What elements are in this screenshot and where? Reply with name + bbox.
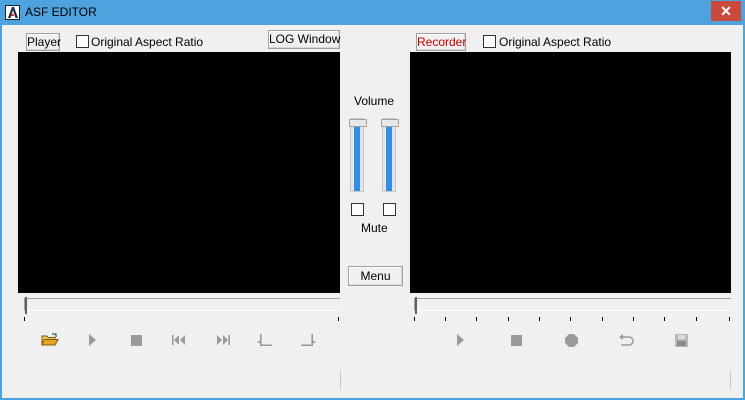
client-area: Player Original Aspect Ratio LOG Window … <box>2 25 743 398</box>
mute-label: Mute <box>361 221 388 235</box>
player-aspect-checkbox[interactable] <box>76 35 89 48</box>
volume-label: Volume <box>354 94 395 108</box>
mute-checkbox-left[interactable] <box>351 203 364 216</box>
tick-mark <box>508 317 509 321</box>
recorder-seek-ticks <box>414 317 731 323</box>
log-window-button[interactable]: LOG Window <box>268 30 340 49</box>
asf-editor-window: ASF EDITOR ✕ Player Original Aspect Rati… <box>0 0 745 400</box>
menu-button[interactable]: Menu <box>348 266 403 286</box>
tick-mark <box>24 317 25 321</box>
volume-thumb-left[interactable] <box>349 119 367 127</box>
tick-mark <box>664 317 665 321</box>
skip-back-icon[interactable] <box>169 330 189 350</box>
recorder-seek-thumb[interactable] <box>415 297 419 314</box>
mark-in-icon[interactable] <box>255 330 275 350</box>
tick-mark <box>476 317 477 321</box>
recorder-video-pane[interactable] <box>410 52 731 293</box>
mute-checkbox-right[interactable] <box>383 203 396 216</box>
volume-fill-right <box>386 127 392 191</box>
player-video-pane[interactable] <box>18 52 340 293</box>
volume-thumb-right[interactable] <box>381 119 399 127</box>
recorder-button[interactable]: Recorder <box>416 33 466 51</box>
title-bar[interactable]: ASF EDITOR ✕ <box>0 0 745 25</box>
mark-out-icon[interactable] <box>298 330 318 350</box>
undo-icon[interactable] <box>616 330 636 350</box>
recorder-aspect-checkbox[interactable] <box>483 35 496 48</box>
player-seek-bar[interactable] <box>24 297 340 314</box>
tick-mark <box>602 317 603 321</box>
status-separator <box>340 371 341 389</box>
status-separator <box>730 371 731 389</box>
close-button[interactable]: ✕ <box>711 1 741 21</box>
tick-mark <box>696 317 697 321</box>
player-button[interactable]: Player <box>26 33 61 51</box>
record-icon[interactable] <box>561 330 581 350</box>
play-icon[interactable] <box>82 330 102 350</box>
player-seek-thumb[interactable] <box>25 297 29 314</box>
volume-slider-left[interactable] <box>349 118 367 192</box>
player-seek-ticks <box>24 317 340 323</box>
tick-mark <box>414 317 415 321</box>
tick-mark <box>729 317 730 321</box>
recorder-seek-bar[interactable] <box>414 297 731 314</box>
tick-mark <box>539 317 540 321</box>
recorder-aspect-label: Original Aspect Ratio <box>499 35 612 49</box>
tick-mark <box>633 317 634 321</box>
tick-mark <box>338 317 339 321</box>
save-icon[interactable] <box>671 330 691 350</box>
volume-fill-left <box>354 127 360 191</box>
recorder-stop-icon[interactable] <box>506 330 526 350</box>
tick-mark <box>445 317 446 321</box>
skip-forward-icon[interactable] <box>213 330 233 350</box>
tick-mark <box>570 317 571 321</box>
open-folder-icon[interactable] <box>40 330 60 350</box>
volume-slider-right[interactable] <box>381 118 399 192</box>
player-aspect-label: Original Aspect Ratio <box>91 35 204 49</box>
app-logo-icon <box>5 5 20 20</box>
stop-icon[interactable] <box>126 330 146 350</box>
window-title: ASF EDITOR <box>25 5 97 19</box>
recorder-play-icon[interactable] <box>450 330 470 350</box>
